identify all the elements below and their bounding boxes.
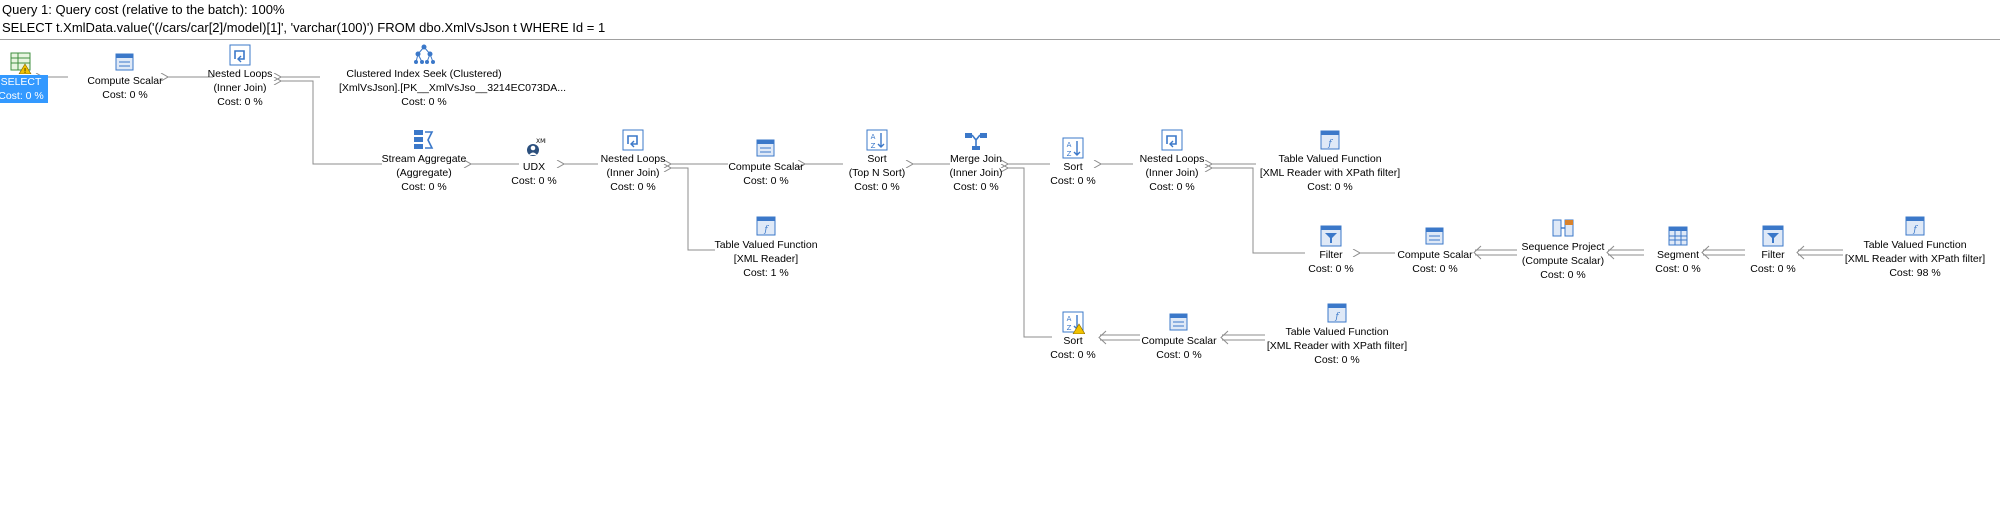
table-valued-function-icon: f [1320, 130, 1340, 150]
table-valued-function-icon: f [756, 216, 776, 236]
udx-icon: XML [527, 138, 546, 156]
sequence-project-icon [1552, 219, 1574, 237]
svg-text:A: A [1067, 315, 1072, 323]
compute-scalar-icon [1425, 227, 1444, 245]
plan-node-compute-scalar-4[interactable]: Compute Scalar Cost: 0 % [1094, 310, 1264, 362]
filter-icon [1762, 225, 1784, 247]
table-valued-function-icon: f [1905, 216, 1925, 236]
stream-aggregate-icon [414, 130, 434, 149]
plan-node-clustered-index-seek[interactable]: Clustered Index Seek (Clustered) [XmlVsJ… [339, 43, 566, 109]
svg-text:A: A [1067, 141, 1072, 149]
plan-node-nested-loops-1[interactable]: Nested Loops (Inner Join) Cost: 0 % [155, 43, 325, 109]
plan-node-table-valued-function-1[interactable]: f Table Valued Function [XML Reader] Cos… [681, 214, 851, 280]
svg-text:Z: Z [1067, 150, 1072, 158]
nested-loops-icon [229, 44, 251, 66]
sort-icon: A Z [866, 129, 888, 151]
clustered-index-seek-icon [414, 44, 435, 64]
execution-plan-canvas: ! SELECT Cost: 0 % Compute Scalar Cost: … [0, 0, 2000, 523]
plan-node-table-valued-function-2[interactable]: f Table Valued Function [XML Reader with… [1245, 128, 1415, 194]
compute-scalar-icon [1169, 313, 1188, 331]
plan-node-table-valued-function-3[interactable]: f Table Valued Function [XML Reader with… [1830, 214, 2000, 280]
select-icon: ! [10, 52, 32, 74]
nested-loops-icon [622, 129, 644, 151]
table-valued-function-icon: f [1327, 303, 1347, 323]
sort-icon: A Z [1062, 137, 1084, 159]
nested-loops-icon [1161, 129, 1183, 151]
filter-icon [1320, 225, 1342, 247]
segment-icon [1668, 226, 1688, 246]
svg-text:A: A [871, 133, 876, 141]
plan-node-nested-loops-3[interactable]: Nested Loops (Inner Join) Cost: 0 % [1087, 128, 1257, 194]
plan-node-table-valued-function-4[interactable]: f Table Valued Function [XML Reader with… [1252, 301, 1422, 367]
merge-join-icon [965, 133, 987, 150]
svg-text:Z: Z [871, 142, 876, 150]
compute-scalar-icon [756, 139, 775, 157]
svg-text:XML: XML [536, 138, 546, 145]
svg-text:Z: Z [1067, 324, 1072, 332]
svg-text:!: ! [24, 67, 27, 74]
sort-icon: A Z [1062, 311, 1085, 334]
compute-scalar-icon [115, 53, 134, 71]
